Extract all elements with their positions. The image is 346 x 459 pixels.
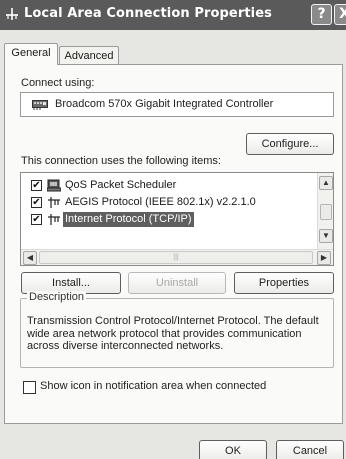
title-bar[interactable]: Local Area Connection Properties ? X [0,0,346,30]
tab-general[interactable]: General [4,43,58,65]
adapter-box: Broadcom 570x Gigabit Integrated Control… [20,92,334,117]
horizontal-scroll-thumb[interactable]: ||| [39,251,313,264]
list-item-tcpip[interactable]: ✔ Internet Protocol (TCP/IP) [29,212,309,228]
description-title: Description [27,291,87,303]
description-group: Description Transmission Control Protoco… [20,291,334,368]
show-icon-label[interactable]: Show icon in notification area when conn… [40,380,266,392]
show-icon-checkbox[interactable] [23,381,36,394]
scroll-right-icon[interactable]: ▶ [317,251,331,265]
tcpip-label: Internet Protocol (TCP/IP) [63,212,194,227]
uninstall-button: Uninstall [128,272,226,294]
properties-dialog: Local Area Connection Properties ? X Gen… [0,0,346,459]
connect-using-label: Connect using: [21,77,95,89]
qos-label: QoS Packet Scheduler [65,179,177,191]
properties-button[interactable]: Properties [234,272,334,294]
configure-button[interactable]: Configure... [246,133,334,155]
vertical-scroll-thumb[interactable] [320,204,332,220]
items-label: This connection uses the following items… [21,155,221,167]
scroll-up-icon[interactable]: ▲ [319,176,333,190]
window-title: Local Area Connection Properties [24,6,272,21]
network-adapter-icon [32,100,48,110]
protocol-icon [48,214,60,225]
list-item-qos[interactable]: ✔ QoS Packet Scheduler [29,178,309,194]
adapter-name: Broadcom 570x Gigabit Integrated Control… [55,98,274,110]
close-button[interactable]: X [334,4,346,25]
network-connection-icon [6,8,18,20]
aegis-checkbox[interactable]: ✔ [31,197,42,208]
tcpip-checkbox[interactable]: ✔ [31,214,42,225]
horizontal-scrollbar[interactable]: ◀ ||| ▶ [21,249,333,265]
vertical-scrollbar[interactable]: ▲ ▼ [317,173,333,249]
list-item-aegis[interactable]: ✔ AEGIS Protocol (IEEE 802.1x) v2.2.1.0 [29,195,309,211]
ok-button[interactable]: OK [199,440,267,459]
components-list[interactable]: ✔ QoS Packet Scheduler ✔ AEGIS Protocol … [20,172,334,266]
scheduler-icon [47,179,61,192]
protocol-icon [48,197,60,208]
aegis-label: AEGIS Protocol (IEEE 802.1x) v2.2.1.0 [65,196,256,208]
cancel-button[interactable]: Cancel [276,440,344,459]
tab-advanced[interactable]: Advanced [59,46,119,66]
description-text: Transmission Control Protocol/Internet P… [27,315,319,352]
qos-checkbox[interactable]: ✔ [31,180,42,191]
help-button[interactable]: ? [311,4,332,25]
scroll-left-icon[interactable]: ◀ [23,251,37,265]
scroll-down-icon[interactable]: ▼ [319,229,333,243]
